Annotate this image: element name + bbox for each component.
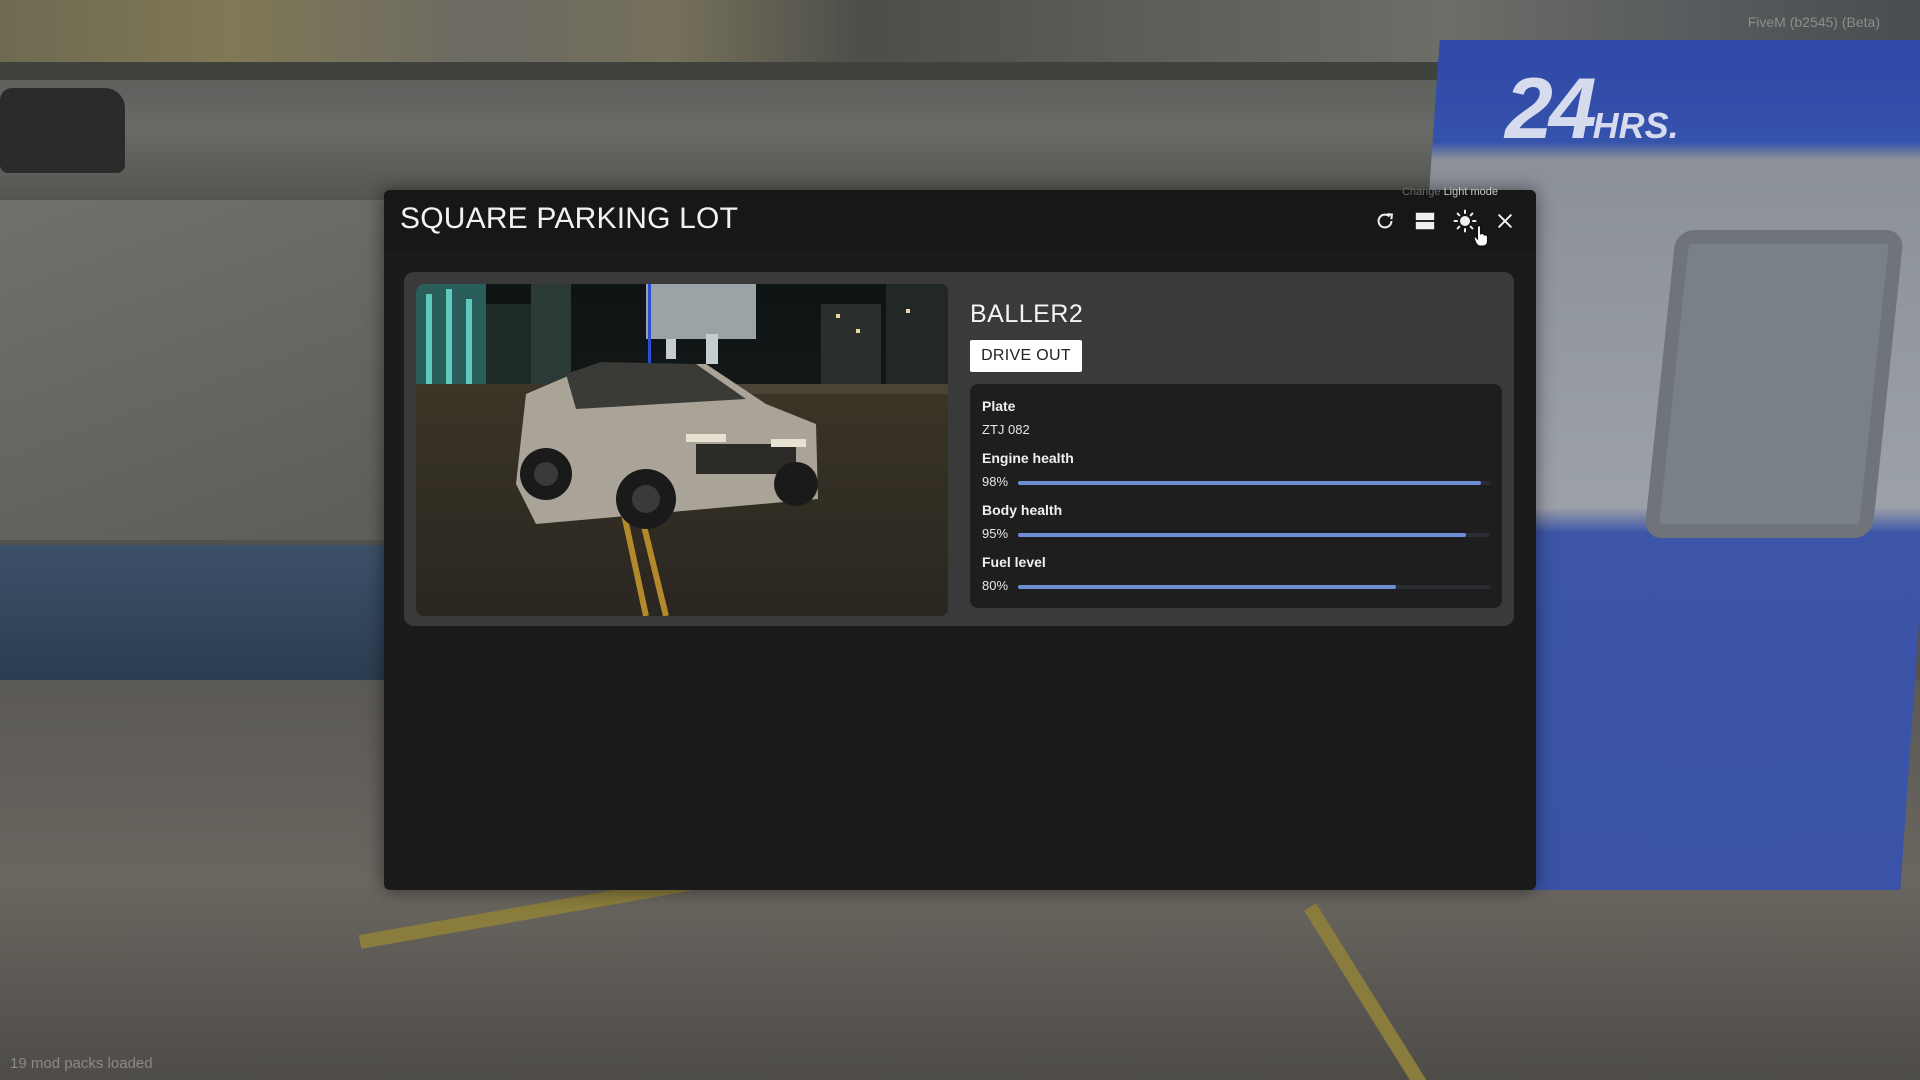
server-version-label: FiveM (b2545) (Beta) [1747,14,1880,30]
painted-curb [0,545,400,685]
body-health-bar [1018,533,1490,537]
body-health-label: Body health [982,502,1063,518]
body-health-bar-fill [1018,533,1467,537]
fuel-level-value: 80% [982,578,1009,593]
vehicle-model-name: BALLER2 [970,300,1084,328]
sidewalk [0,200,400,540]
vehicle-photo [416,284,948,616]
engine-health-label: Engine health [982,450,1074,466]
engine-health-bar [1018,481,1490,485]
refresh-button[interactable] [1372,208,1398,234]
plate-value: ZTJ 082 [982,422,1030,437]
vehicle-image [416,284,948,616]
close-button[interactable] [1492,208,1518,234]
engine-health-value: 98% [982,474,1009,489]
vehicle-stats-panel: Plate ZTJ 082 Engine health 98% Body hea… [970,384,1502,608]
fuel-level-label: Fuel level [982,554,1046,570]
garage-window: SQUARE PARKING LOT Change Light mode BAL… [384,186,1536,890]
body-health-value: 95% [982,526,1009,541]
drive-out-button[interactable]: DRIVE OUT [970,340,1082,372]
layout-toggle-button[interactable] [1412,208,1438,234]
mod-packs-status: 19 mod packs loaded [10,1055,153,1072]
theme-tooltip: Change Light mode [1401,186,1498,198]
parked-jeep [0,88,125,173]
fuel-level-bar-fill [1018,585,1396,589]
refresh-icon [1377,213,1393,229]
booth-window [1643,230,1905,538]
plate-label: Plate [982,398,1016,414]
vehicle-card: BALLER2 DRIVE OUT Plate ZTJ 082 Engine h… [404,272,1514,626]
booth-sign: 24HRS. [1505,61,1679,157]
garage-header: SQUARE PARKING LOT Change Light mode [384,186,1536,250]
engine-health-bar-fill [1018,481,1481,485]
list-layout-icon [1415,212,1435,230]
mouse-cursor-icon [1473,225,1489,247]
close-icon [1498,214,1512,228]
fuel-level-bar [1018,585,1490,589]
garage-title: SQUARE PARKING LOT [400,202,739,235]
